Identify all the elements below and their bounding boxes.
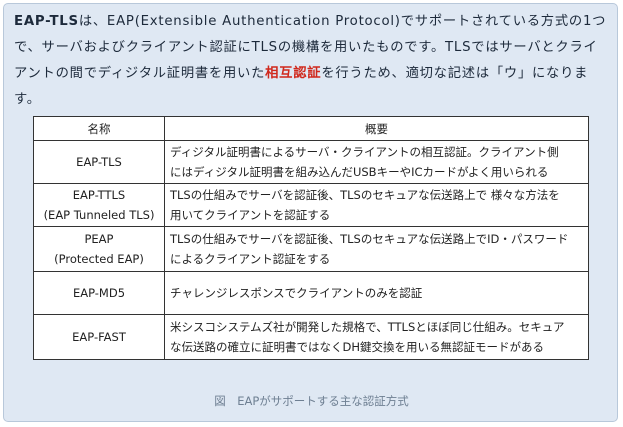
method-name-sub: (EAP Tunneled TLS) (43, 208, 155, 222)
method-desc-cell: チャレンジレスポンスでクライアントのみを認証 (164, 271, 589, 315)
method-name: EAP-MD5 (72, 286, 126, 300)
eap-methods-table: 名称 概要 EAP-TLS ディジタル証明書によるサーバ・クライアントの相互認証… (33, 116, 589, 360)
method-name-sub: (Protected EAP) (54, 252, 144, 266)
method-desc-cell: TLSの仕組みでサーバを認証後、TLSのセキュアな伝送路上で 様々な方法を 用い… (164, 183, 589, 227)
method-name-cell: EAP-TLS (33, 140, 165, 184)
table-row: EAP-FAST 米シスコシステムズ社が開発した規格で、TTLSとほぼ同じ仕組み… (33, 314, 589, 360)
method-name-cell: EAP-FAST (33, 314, 165, 360)
method-name-cell: PEAP (Protected EAP) (33, 226, 165, 272)
method-desc-line: TLSの仕組みでサーバを認証後、TLSのセキュアな伝送路上でID・パスワード (170, 232, 569, 246)
table-row: EAP-TLS ディジタル証明書によるサーバ・クライアントの相互認証。クライアン… (33, 140, 589, 184)
table-header-row: 名称 概要 (33, 116, 589, 141)
method-desc-line: にはディジタル証明書を組み込んだUSBキーやICカードがよく用いられる (170, 165, 549, 179)
method-desc-line: 用いてクライアントを認証する (170, 208, 331, 222)
method-name: PEAP (84, 232, 114, 246)
method-desc-line: によるクライアント認証をする (170, 252, 331, 266)
table-row: EAP-MD5 チャレンジレスポンスでクライアントのみを認証 (33, 271, 589, 315)
method-desc-line: 米シスコシステムズ社が開発した規格で、TTLSとほぼ同じ仕組み。セキュア (170, 320, 565, 334)
header-summary: 概要 (164, 116, 589, 141)
method-desc-cell: ディジタル証明書によるサーバ・クライアントの相互認証。クライアント側 にはディジ… (164, 140, 589, 184)
method-name: EAP-TLS (76, 155, 122, 169)
highlight-mutual-auth: 相互認証 (265, 66, 322, 81)
method-desc-line: チャレンジレスポンスでクライアントのみを認証 (170, 286, 423, 300)
method-desc-cell: TLSの仕組みでサーバを認証後、TLSのセキュアな伝送路上でID・パスワード に… (164, 226, 589, 272)
method-name-cell: EAP-MD5 (33, 271, 165, 315)
method-name: EAP-FAST (72, 330, 126, 344)
method-desc-line: な伝送路の確立に証明書ではなくDH鍵交換を用いる無認証モードがある (170, 340, 544, 354)
method-desc-line: TLSの仕組みでサーバを認証後、TLSのセキュアな伝送路上で 様々な方法を (170, 188, 560, 202)
header-name: 名称 (33, 116, 165, 141)
term-eap-tls: EAP-TLS (14, 14, 79, 29)
method-name-cell: EAP-TTLS (EAP Tunneled TLS) (33, 183, 165, 227)
explanation-paragraph: EAP-TLSは、EAP(Extensible Authentication P… (14, 9, 608, 113)
method-name: EAP-TTLS (72, 188, 126, 202)
table-row: PEAP (Protected EAP) TLSの仕組みでサーバを認証後、TLS… (33, 226, 589, 272)
table-row: EAP-TTLS (EAP Tunneled TLS) TLSの仕組みでサーバを… (33, 183, 589, 227)
method-desc-cell: 米シスコシステムズ社が開発した規格で、TTLSとほぼ同じ仕組み。セキュア な伝送… (164, 314, 589, 360)
method-desc-line: ディジタル証明書によるサーバ・クライアントの相互認証。クライアント側 (170, 145, 559, 159)
figure-caption: 図 EAPがサポートする主な認証方式 (214, 394, 409, 408)
